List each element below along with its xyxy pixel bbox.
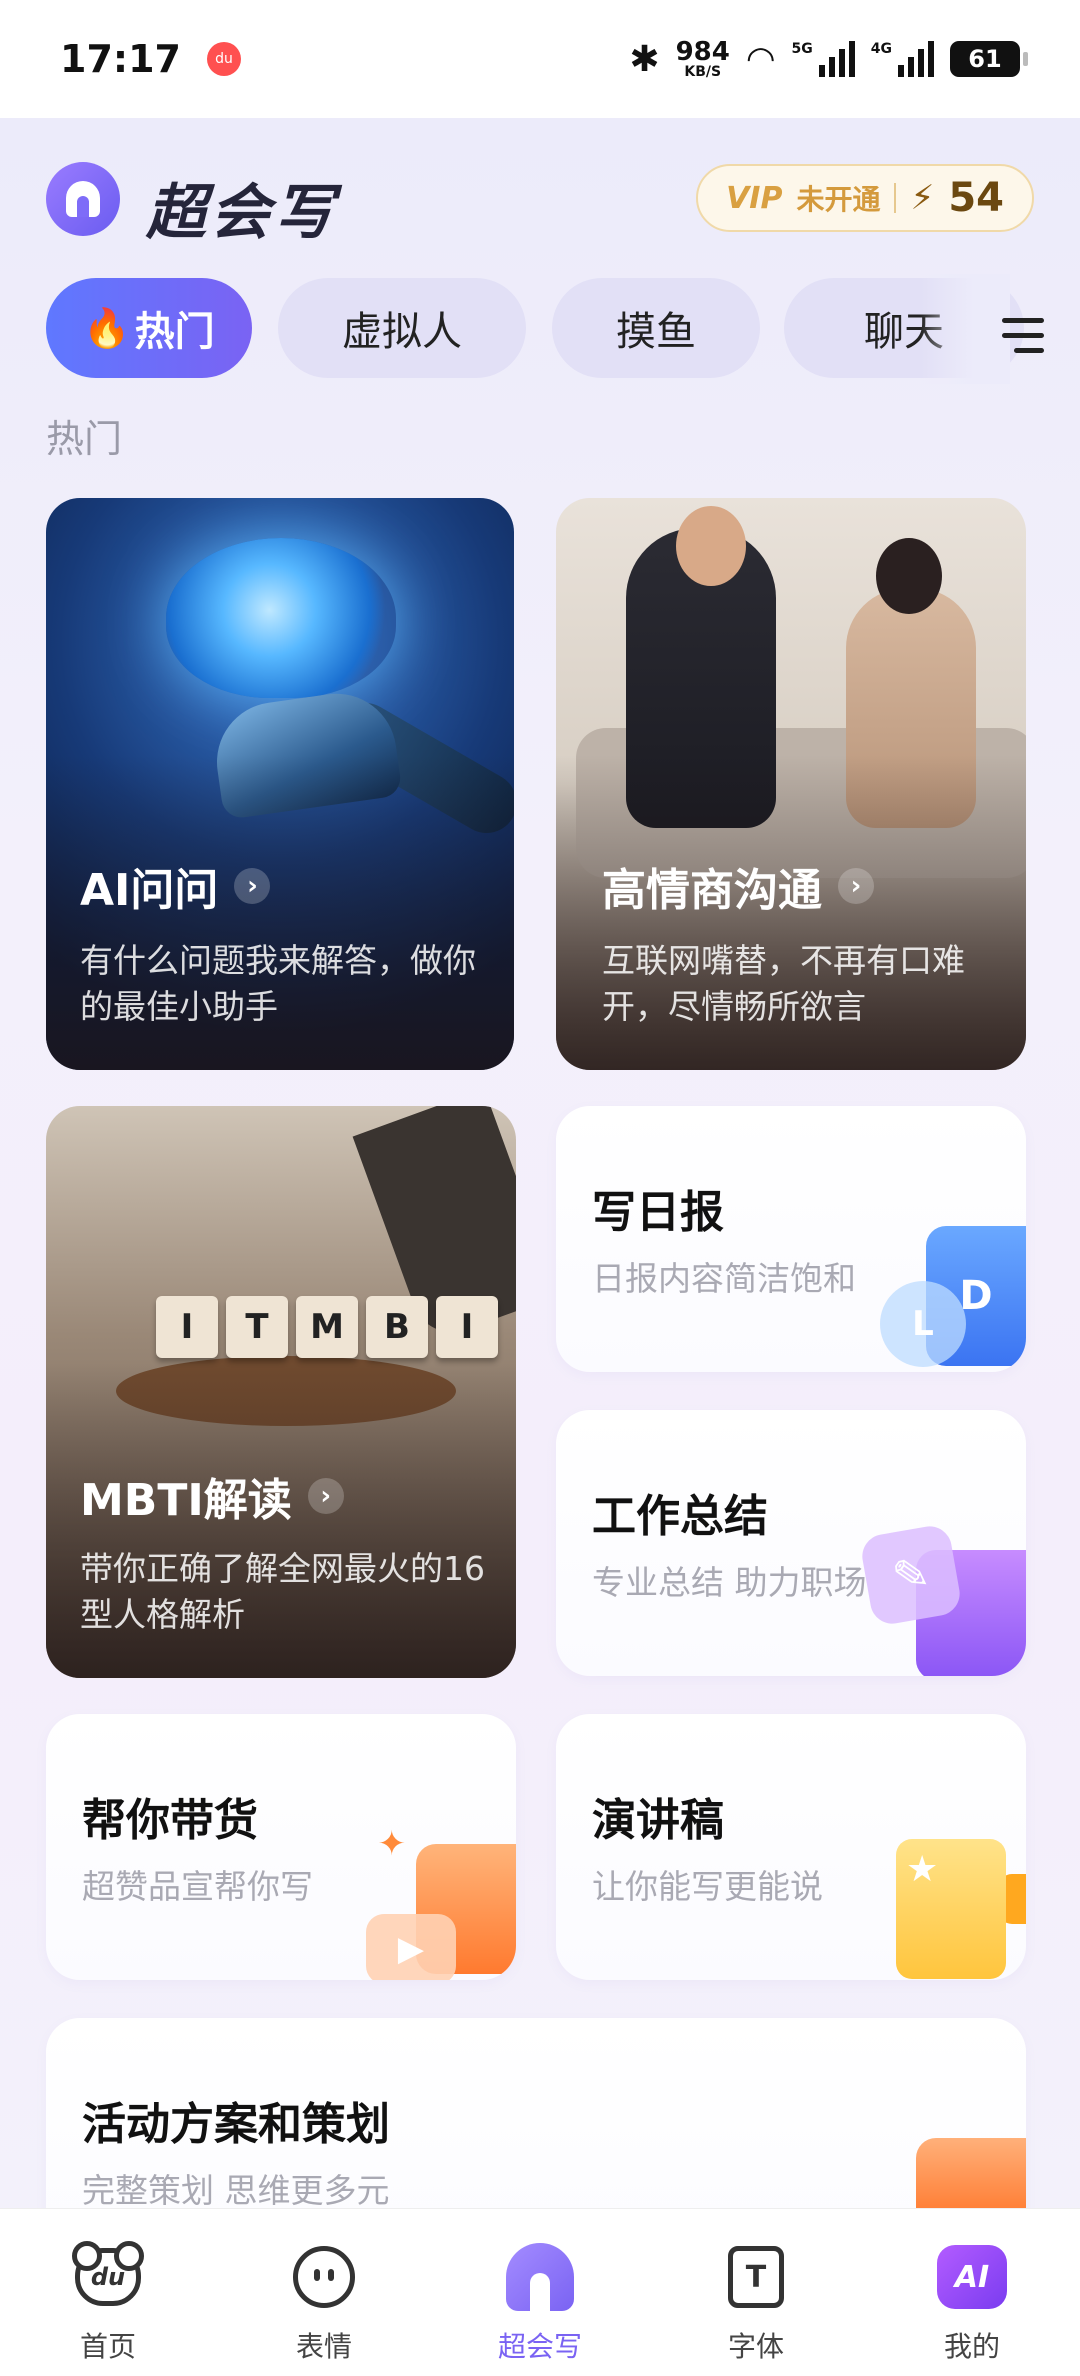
bluetooth-icon: ✱ [629, 38, 660, 80]
card-ai-ask[interactable]: AI问问 › 有什么问题我来解答，做你的最佳小助手 [46, 498, 514, 1070]
card-sales-desc: 超赞品宣帮你写 [82, 1867, 313, 1906]
section-title: 热门 [46, 417, 123, 461]
gift-icon [916, 2138, 1026, 2208]
card-eq-desc: 互联网嘴替，不再有口难开，尽情畅所欲言 [602, 941, 965, 1026]
card-mbti[interactable]: I T M B I MBTI解读 › 带你正确了解全网最火的16型人格解析 [46, 1106, 516, 1678]
network-speed: 984 KB/S [676, 39, 730, 79]
signal-4g-icon: 4G [871, 41, 934, 77]
nav-emoji-label: 表情 [295, 2330, 352, 2363]
card-sales-title: 帮你带货 [82, 1795, 258, 1846]
card-work-summary[interactable]: 工作总结 专业总结 助力职场 ✎ [556, 1410, 1026, 1676]
nav-mine-label: 我的 [943, 2330, 1000, 2363]
network-speed-value: 984 [675, 37, 730, 67]
tab-moyu[interactable]: 摸鱼 [552, 278, 760, 378]
app-logo-icon [46, 162, 120, 236]
card-daily-report[interactable]: 写日报 日报内容简洁饱和 D L [556, 1106, 1026, 1372]
du-bear-icon: du [72, 2241, 144, 2313]
card-mbti-title: MBTI解读 › [80, 1464, 344, 1528]
signal-4g-label: 4G [870, 41, 892, 57]
card-work-summary-title: 工作总结 [592, 1491, 768, 1542]
card-event-planning-title: 活动方案和策划 [82, 2099, 390, 2150]
play-icon: ▶ [366, 1914, 456, 1980]
letter-block: M [296, 1296, 358, 1358]
ai-profile-icon-text: AI [937, 2245, 1007, 2309]
card-speech-desc: 让你能写更能说 [592, 1867, 823, 1906]
chevron-right-icon: › [838, 868, 874, 904]
card-speech-title: 演讲稿 [592, 1795, 724, 1846]
card-eq-communication[interactable]: 高情商沟通 › 互联网嘴替，不再有口难开，尽情畅所欲言 [556, 498, 1026, 1070]
vip-button[interactable]: VIP 未开通 ⚡ 54 [696, 164, 1034, 232]
category-tabs: 🔥 热门 虚拟人 摸鱼 聊天 [46, 278, 1046, 378]
font-t-icon: T [720, 2241, 792, 2313]
tab-hot[interactable]: 🔥 热门 [46, 278, 252, 378]
card-event-planning-desc: 完整策划 思维更多元 [82, 2171, 390, 2208]
tab-moyu-label: 摸鱼 [616, 309, 696, 355]
bottom-navigation: du 首页 表情 超会写 T 字体 AI 我的 [0, 2208, 1080, 2376]
man-head-illustration [676, 506, 746, 586]
woman-head-illustration [876, 538, 942, 614]
vip-label: VIP [726, 180, 783, 216]
card-ai-ask-title: AI问问 › [80, 854, 271, 918]
card-daily-report-desc: 日报内容简洁饱和 [592, 1259, 856, 1298]
signal-5g-icon: 5G [792, 41, 855, 77]
nav-home-label: 首页 [79, 2330, 136, 2363]
card-mbti-desc: 带你正确了解全网最火的16型人格解析 [80, 1549, 485, 1634]
feather-icon: ✎ [858, 1522, 964, 1628]
brain-illustration [166, 538, 396, 698]
star-document-icon: ★ [896, 1839, 1006, 1979]
nav-font-label: 字体 [727, 2330, 784, 2363]
fire-icon: 🔥 [83, 305, 131, 350]
notification-badge-icon: du [206, 42, 241, 76]
signal-5g-label: 5G [791, 41, 813, 57]
chevron-right-icon: › [234, 868, 271, 904]
main-content: 超会写 VIP 未开通 ⚡ 54 🔥 热门 虚拟人 摸鱼 聊天 热门 AI问问 … [0, 118, 1080, 2208]
card-ai-ask-desc: 有什么问题我来解答，做你的最佳小助手 [80, 941, 476, 1026]
battery-icon: 61 [950, 41, 1028, 77]
du-bear-icon-text: du [72, 2241, 144, 2306]
ai-profile-icon: AI [936, 2241, 1008, 2313]
nav-emoji[interactable]: 表情 [224, 2209, 424, 2376]
lightning-icon: ⚡ [910, 178, 935, 218]
nav-mine[interactable]: AI 我的 [872, 2209, 1072, 2376]
card-mbti-title-text: MBTI解读 [80, 1475, 292, 1526]
font-t-icon-text: T [728, 2246, 784, 2308]
points-count: 54 [948, 175, 1004, 221]
vip-divider [894, 183, 897, 213]
nav-home[interactable]: du 首页 [8, 2209, 208, 2376]
letter-block: I [436, 1296, 498, 1358]
menu-icon[interactable] [1002, 318, 1044, 354]
emoji-face-icon [288, 2241, 360, 2313]
chevron-right-icon: › [307, 1478, 344, 1514]
status-time: 17:17 [60, 37, 181, 81]
calendar-bubble-icon: L [880, 1281, 966, 1367]
card-eq-title-text: 高情商沟通 [602, 865, 822, 916]
vip-status: 未开通 [796, 183, 881, 216]
nav-chaohuixie-label: 超会写 [497, 2330, 582, 2363]
letter-block: B [366, 1296, 428, 1358]
letter-block: I [156, 1296, 218, 1358]
card-speech[interactable]: 演讲稿 让你能写更能说 ★ [556, 1714, 1026, 1980]
letter-block: T [226, 1296, 288, 1358]
card-sales[interactable]: 帮你带货 超赞品宣帮你写 ✦ ▶ [46, 1714, 516, 1980]
sparkle-icon: ✦ [377, 1824, 407, 1864]
nav-chaohuixie[interactable]: 超会写 [440, 2209, 640, 2376]
card-work-summary-desc: 专业总结 助力职场 [592, 1563, 867, 1602]
tab-virtual-human[interactable]: 虚拟人 [278, 278, 526, 378]
app-title: 超会写 [146, 178, 338, 248]
chaohuixie-icon [504, 2241, 576, 2313]
card-daily-report-title: 写日报 [592, 1187, 724, 1238]
status-bar: 17:17 du ✱ 984 KB/S ◠ 5G 4G 61 [0, 0, 1080, 118]
tabs-fade [920, 274, 1010, 384]
letter-blocks-illustration: I T M B I [156, 1296, 498, 1358]
network-speed-unit: KB/S [684, 64, 722, 80]
nav-font[interactable]: T 字体 [656, 2209, 856, 2376]
tab-virtual-human-label: 虚拟人 [342, 309, 462, 355]
card-ai-ask-title-text: AI问问 [80, 865, 219, 916]
card-event-planning[interactable]: 活动方案和策划 完整策划 思维更多元 [46, 2018, 1026, 2208]
card-eq-title: 高情商沟通 › [602, 854, 874, 918]
wifi-icon: ◠ [745, 39, 776, 79]
tab-hot-label: 热门 [134, 309, 215, 355]
app-header: 超会写 VIP 未开通 ⚡ 54 [46, 158, 1034, 248]
